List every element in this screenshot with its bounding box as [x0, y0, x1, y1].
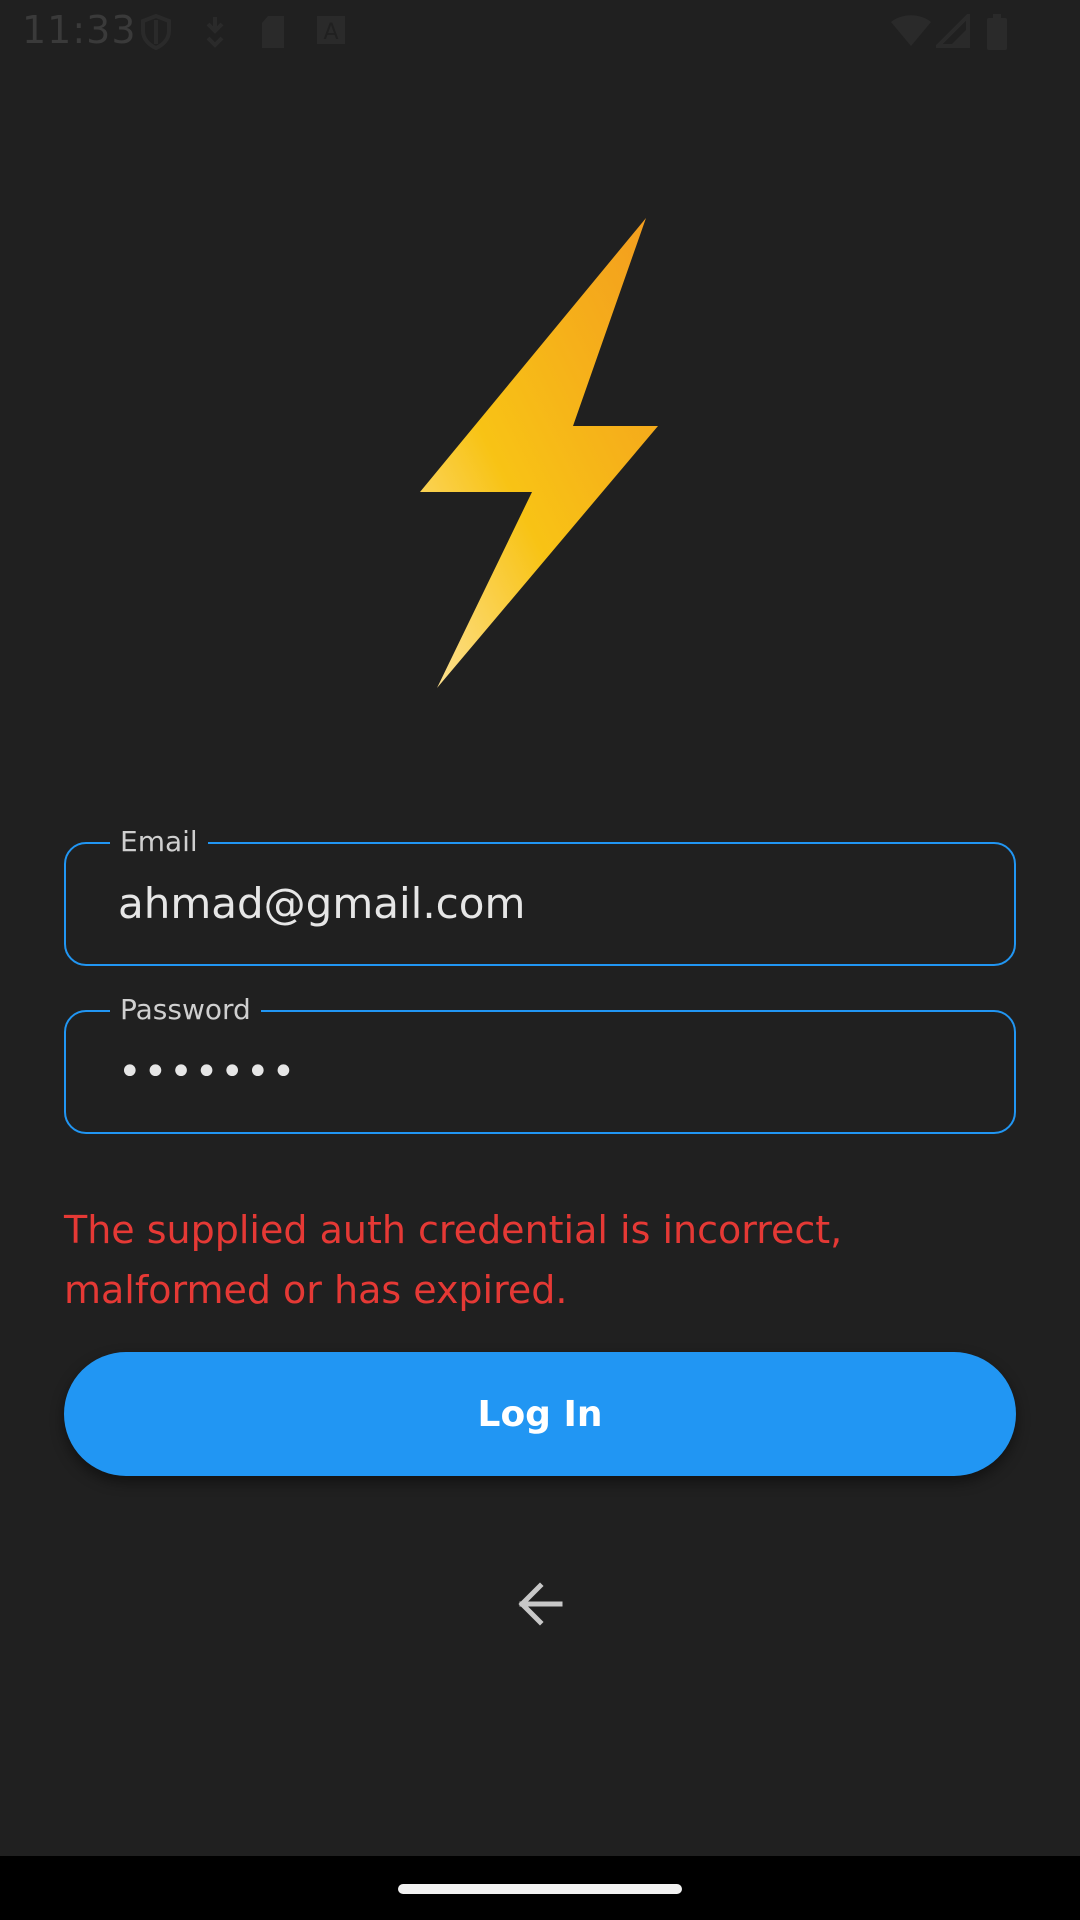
password-field[interactable]: Password ••••••• — [64, 990, 1016, 1134]
email-label: Email — [110, 822, 208, 862]
home-indicator[interactable] — [398, 1884, 682, 1894]
password-input[interactable]: ••••••• — [118, 1044, 297, 1100]
status-time: 11:33 — [22, 8, 137, 52]
svg-text:A: A — [323, 20, 338, 45]
sd-card-icon — [258, 14, 288, 54]
shield-icon — [140, 13, 172, 54]
back-button[interactable] — [500, 1566, 580, 1646]
status-bar: 11:33 A — [0, 0, 1080, 64]
signal-icon — [933, 11, 970, 52]
wifi-icon — [890, 14, 932, 52]
text-a-icon: A — [316, 14, 346, 50]
email-input[interactable]: ahmad@gmail.com — [118, 876, 525, 932]
download-icon — [202, 14, 228, 54]
error-message: The supplied auth credential is incorrec… — [64, 1208, 843, 1312]
lightning-bolt-icon — [420, 218, 660, 688]
login-button-label: Log In — [477, 1393, 603, 1435]
arrow-left-icon — [516, 1582, 564, 1630]
login-screen: 11:33 A Email ahmad@gmail.com Password •… — [0, 0, 1080, 1920]
email-field[interactable]: Email ahmad@gmail.com — [64, 822, 1016, 966]
battery-icon — [986, 14, 1008, 54]
password-label: Password — [110, 990, 261, 1030]
login-button[interactable]: Log In — [64, 1352, 1016, 1476]
navigation-bar — [0, 1856, 1080, 1920]
